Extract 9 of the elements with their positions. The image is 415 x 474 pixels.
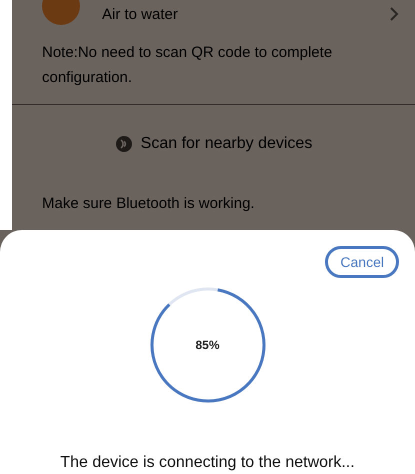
bluetooth-hint: Make sure Bluetooth is working. <box>41 194 256 212</box>
cancel-button[interactable]: Cancel <box>325 246 399 278</box>
status-message: The device is connecting to the network... <box>60 454 355 472</box>
scan-button[interactable]: Scan for nearby devices <box>12 135 415 153</box>
scan-icon <box>114 135 133 153</box>
device-name: Air to water <box>102 6 179 22</box>
progress-percent: 85% <box>194 338 221 352</box>
note-text: Note:No need to scan QR code to complete configuration. <box>41 43 334 88</box>
chevron-right-icon <box>389 7 399 21</box>
